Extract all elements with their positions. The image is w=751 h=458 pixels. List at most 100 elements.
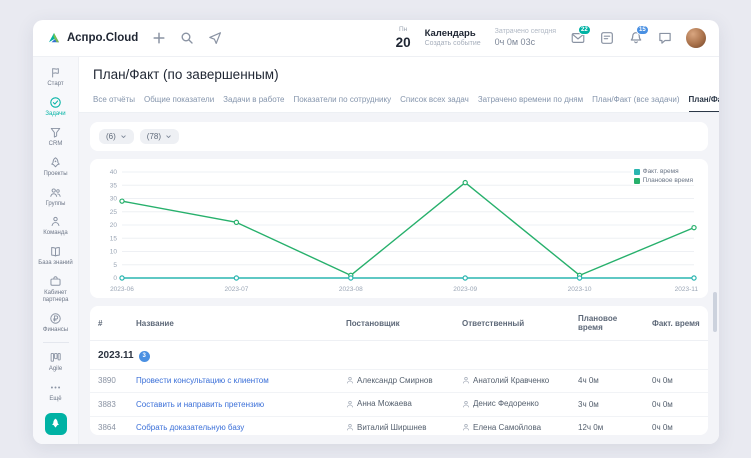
app-logo-icon[interactable]	[46, 31, 61, 46]
group-row: 2023.11 3	[90, 341, 708, 370]
person-icon	[462, 400, 470, 408]
sidebar-item-groups[interactable]: Группы	[33, 182, 78, 212]
person-icon	[346, 376, 354, 384]
svg-text:10: 10	[110, 249, 118, 256]
task-author: Анна Можаева	[357, 399, 412, 408]
chart-svg: 05101520253035402023-062023-072023-08202…	[98, 164, 700, 296]
topbar: Аспро.Cloud Пн 20 Календарь Создать собы…	[33, 20, 719, 57]
app-title[interactable]: Аспро.Cloud	[67, 32, 138, 44]
plan-fact-chart: 05101520253035402023-062023-072023-08202…	[98, 164, 700, 296]
sidebar-bottom	[45, 407, 67, 444]
notes-button[interactable]	[599, 31, 614, 46]
sidebar-item-knowledge-base[interactable]: База знаний	[33, 241, 78, 271]
date-widget[interactable]: Пн 20	[396, 27, 411, 49]
filter-chip-label: (6)	[106, 132, 116, 141]
add-button[interactable]	[151, 31, 166, 46]
calendar-subtitle: Создать событие	[425, 40, 481, 48]
sidebar-item-crm[interactable]: CRM	[33, 122, 78, 152]
sidebar-item-label: База знаний	[38, 260, 72, 267]
paper-plane-icon	[208, 31, 222, 45]
tab-4[interactable]: Список всех задач	[400, 89, 469, 113]
team-icon	[49, 215, 62, 228]
tasks-icon	[49, 96, 62, 109]
table-header-row: #НазваниеПостановщикОтветственныйПланово…	[90, 306, 708, 341]
sidebar-divider	[43, 342, 69, 343]
chart-card: 05101520253035402023-062023-072023-08202…	[90, 159, 708, 298]
svg-text:5: 5	[113, 262, 117, 269]
svg-text:0: 0	[113, 275, 117, 282]
svg-text:25: 25	[110, 209, 118, 216]
sidebar-item-label: Группы	[46, 201, 66, 208]
sidebar-item-start[interactable]: Старт	[33, 62, 78, 92]
tab-0[interactable]: Все отчёты	[93, 89, 135, 113]
svg-text:40: 40	[110, 169, 118, 176]
day-abbr: Пн	[396, 27, 411, 34]
day-number: 20	[396, 36, 411, 50]
group-badge: 3	[139, 351, 150, 362]
person-icon	[462, 423, 470, 431]
calendar-widget[interactable]: Календарь Создать событие	[425, 28, 481, 48]
send-button[interactable]	[207, 31, 222, 46]
mail-button[interactable]: 22	[570, 31, 585, 46]
search-icon	[180, 31, 194, 45]
task-link[interactable]: Собрать доказательную базу	[136, 423, 244, 432]
search-button[interactable]	[179, 31, 194, 46]
scrollbar-thumb[interactable]	[713, 292, 717, 332]
tab-6[interactable]: План/Факт (все задачи)	[592, 89, 679, 113]
svg-text:20: 20	[110, 222, 118, 229]
notifications-badge: 15	[636, 25, 649, 35]
person-icon	[346, 423, 354, 431]
app-window: Аспро.Cloud Пн 20 Календарь Создать собы…	[33, 20, 719, 444]
tab-1[interactable]: Общие показатели	[144, 89, 214, 113]
task-row: 3883Составить и направить претензиюАнна …	[90, 393, 708, 417]
task-assignee: Денис Федоренко	[473, 399, 539, 408]
task-link[interactable]: Провести консультацию с клиентом	[136, 376, 269, 385]
user-avatar[interactable]	[686, 28, 706, 48]
sidebar-item-finance[interactable]: Финансы	[33, 308, 78, 338]
svg-text:2023-11: 2023-11	[675, 286, 699, 293]
sidebar-item-label: Старт	[47, 81, 63, 88]
sidebar-item-tasks[interactable]: Задачи	[33, 92, 78, 122]
task-id: 3864	[90, 416, 128, 435]
plus-icon	[152, 31, 166, 45]
filter-chip-0[interactable]: (6)	[99, 129, 134, 144]
page-head: План/Факт (по завершенным)	[79, 57, 719, 89]
legend-label: Плановое время	[643, 177, 693, 184]
sidebar-item-label: Ещё	[49, 396, 61, 403]
launcher-button[interactable]	[45, 413, 67, 435]
chat-button[interactable]	[657, 31, 672, 46]
calendar-title: Календарь	[425, 28, 481, 39]
tab-2[interactable]: Задачи в работе	[223, 89, 284, 113]
sidebar-item-more[interactable]: Ещё	[33, 377, 78, 407]
tab-7[interactable]: План/Факт (по завершенным)	[689, 89, 719, 113]
projects-icon	[49, 156, 62, 169]
column-header-5: Плановое время	[570, 306, 644, 341]
time-tracker-widget[interactable]: Затрачено сегодня 0ч 0м 03с	[495, 28, 556, 48]
tab-5[interactable]: Затрачено времени по дням	[478, 89, 583, 113]
tab-3[interactable]: Показатели по сотруднику	[294, 89, 392, 113]
svg-text:2023-06: 2023-06	[110, 286, 134, 293]
svg-text:2023-09: 2023-09	[453, 286, 477, 293]
chevron-down-icon	[120, 133, 127, 140]
sidebar-item-agile[interactable]: Agile	[33, 347, 78, 377]
task-link[interactable]: Составить и направить претензию	[136, 400, 264, 409]
sidebar-item-team[interactable]: Команда	[33, 211, 78, 241]
sidebar-item-label: Кабинет партнера	[34, 290, 77, 304]
start-icon	[49, 66, 62, 79]
sidebar-item-partner-cabinet[interactable]: Кабинет партнера	[33, 271, 78, 308]
time-tracker-value: 0ч 0м 03с	[495, 37, 556, 48]
filter-chip-1[interactable]: (78)	[140, 129, 179, 144]
report-table-card: #НазваниеПостановщикОтветственныйПланово…	[90, 306, 708, 435]
legend-swatch	[634, 178, 640, 184]
main-area: План/Факт (по завершенным) Все отчёты Общ…	[79, 57, 719, 444]
task-fact-time: 0ч 0м	[644, 416, 708, 435]
task-author: Виталий Ширшнев	[357, 423, 426, 432]
crm-icon	[49, 126, 62, 139]
sidebar-item-projects[interactable]: Проекты	[33, 152, 78, 182]
notifications-button[interactable]: 15	[628, 31, 643, 46]
column-header-2: Название	[128, 306, 338, 341]
sidebar: Старт ЗадачиCRMПроекты Группы Команда База з…	[33, 57, 79, 444]
group-label: 2023.11	[98, 350, 134, 361]
topbar-right: Пн 20 Календарь Создать событие Затрачен…	[396, 27, 706, 49]
filter-chip-label: (78)	[147, 132, 161, 141]
